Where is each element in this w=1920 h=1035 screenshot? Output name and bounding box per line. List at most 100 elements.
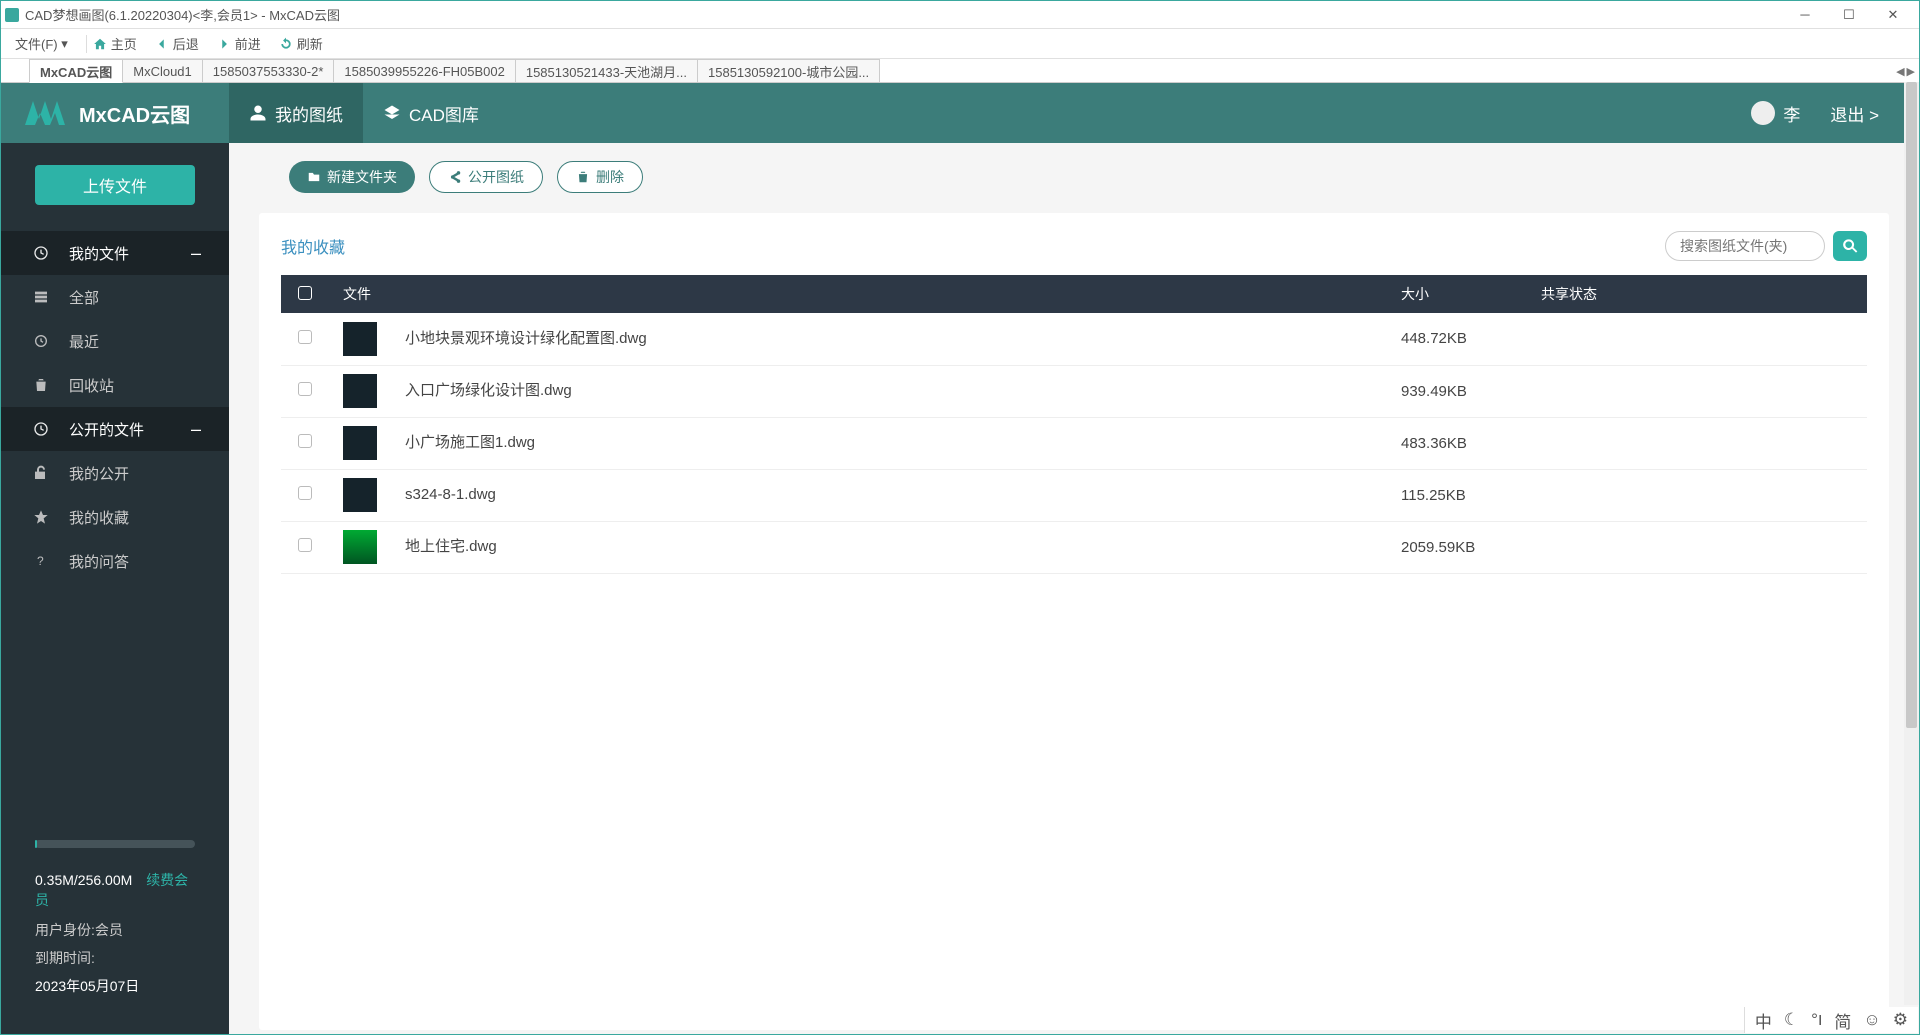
- user-role-label: 用户身份:会员: [35, 920, 195, 940]
- upload-button[interactable]: 上传文件: [35, 165, 195, 205]
- search-icon: [1842, 238, 1858, 254]
- nav-my-drawings[interactable]: 我的图纸: [229, 83, 363, 143]
- tab-scroll-left-icon: ◀: [1896, 65, 1904, 78]
- gear-icon[interactable]: ⚙: [1893, 1010, 1908, 1030]
- layers-icon: [383, 104, 401, 122]
- expire-label: 到期时间:: [35, 948, 195, 968]
- file-size: 2059.59KB: [1387, 521, 1527, 573]
- row-checkbox[interactable]: [298, 330, 312, 344]
- username: 李: [1783, 101, 1800, 126]
- sidebar-recycle[interactable]: 回收站: [1, 363, 229, 407]
- document-tab[interactable]: 1585039955226-FH05B002: [333, 59, 515, 83]
- file-menu[interactable]: 文件(F) ▾: [15, 34, 68, 53]
- recent-icon: [33, 333, 49, 349]
- moon-icon[interactable]: ☾: [1784, 1010, 1799, 1030]
- svg-text:?: ?: [37, 554, 44, 568]
- brand-logo-icon: [25, 101, 65, 125]
- maximize-button[interactable]: ☐: [1827, 1, 1871, 29]
- document-tab[interactable]: 1585037553330-2*: [202, 59, 335, 83]
- smile-icon[interactable]: ☺: [1863, 1010, 1880, 1030]
- stack-icon: [33, 289, 49, 305]
- ime-punct-icon[interactable]: °ו: [1811, 1010, 1822, 1030]
- unlock-icon: [33, 465, 49, 481]
- delete-button[interactable]: 删除: [557, 161, 643, 193]
- ime-lang[interactable]: 中: [1755, 1008, 1772, 1033]
- minimize-button[interactable]: ─: [1783, 1, 1827, 29]
- forward-icon: [217, 37, 231, 51]
- sidebar-my-qa[interactable]: ? 我的问答: [1, 539, 229, 583]
- back-icon: [155, 37, 169, 51]
- document-tab[interactable]: 1585130521433-天池湖月...: [515, 59, 698, 83]
- row-checkbox[interactable]: [298, 486, 312, 500]
- breadcrumb[interactable]: 我的收藏: [281, 234, 345, 258]
- file-thumbnail: [343, 530, 377, 564]
- avatar[interactable]: [1751, 101, 1775, 125]
- sidebar-my-public[interactable]: 我的公开: [1, 451, 229, 495]
- storage-bar: [35, 840, 195, 848]
- file-thumbnail: [343, 426, 377, 460]
- sidebar-all[interactable]: 全部: [1, 275, 229, 319]
- col-share[interactable]: 共享状态: [1527, 275, 1867, 313]
- titlebar: CAD梦想画图(6.1.20220304)<李,会员1> - MxCAD云图 ─…: [1, 1, 1919, 29]
- new-folder-button[interactable]: 新建文件夹: [289, 161, 415, 193]
- row-checkbox[interactable]: [298, 434, 312, 448]
- collapse-icon-2: –: [191, 419, 201, 440]
- storage-panel: 0.35M/256.00M 续费会员 用户身份:会员 到期时间: 2023年05…: [1, 840, 229, 1034]
- file-name: 小地块景观环境设计绿化配置图.dwg: [405, 330, 647, 347]
- ime-simp[interactable]: 简: [1834, 1008, 1851, 1033]
- forward-button[interactable]: 前进: [217, 34, 261, 53]
- col-file[interactable]: 文件: [329, 275, 1387, 313]
- vertical-scrollbar[interactable]: [1904, 82, 1919, 1005]
- file-share-status: [1527, 417, 1867, 469]
- table-row[interactable]: 小广场施工图1.dwg483.36KB: [281, 417, 1867, 469]
- close-button[interactable]: ✕: [1871, 1, 1915, 29]
- ime-bar: 中 ☾ °ו 简 ☺ ⚙: [1744, 1007, 1918, 1033]
- tabstrip: MxCAD云图MxCloud11585037553330-2*158503995…: [1, 59, 1919, 83]
- document-tab[interactable]: MxCAD云图: [29, 59, 123, 83]
- sidebar-my-fav[interactable]: 我的收藏: [1, 495, 229, 539]
- search-input[interactable]: [1665, 231, 1825, 261]
- back-button[interactable]: 后退: [155, 34, 199, 53]
- select-all-checkbox[interactable]: [298, 286, 312, 300]
- search-button[interactable]: [1833, 231, 1867, 261]
- refresh-button[interactable]: 刷新: [279, 34, 323, 53]
- file-size: 115.25KB: [1387, 469, 1527, 521]
- sidebar-recent[interactable]: 最近: [1, 319, 229, 363]
- person-icon: [249, 104, 267, 122]
- brand-text: MxCAD云图: [79, 99, 190, 128]
- storage-used-label: 0.35M/256.00M: [35, 872, 132, 888]
- trash2-icon: [576, 170, 590, 184]
- table-row[interactable]: 小地块景观环境设计绿化配置图.dwg 448.72KB: [281, 313, 1867, 365]
- table-row[interactable]: 入口广场绿化设计图.dwg939.49KB: [281, 365, 1867, 417]
- file-size: 448.72KB: [1387, 313, 1527, 365]
- tab-scroll-arrows[interactable]: ◀▶: [1896, 59, 1915, 83]
- row-checkbox[interactable]: [298, 538, 312, 552]
- file-share-status: [1527, 365, 1867, 417]
- col-size[interactable]: 大小: [1387, 275, 1527, 313]
- sidebar-my-files[interactable]: 我的文件–: [1, 231, 229, 275]
- expire-date: 2023年05月07日: [35, 976, 195, 996]
- trash-icon: [33, 377, 49, 393]
- nav-cad-gallery[interactable]: CAD图库: [363, 83, 499, 143]
- document-tab[interactable]: 1585130592100-城市公园...: [697, 59, 880, 83]
- file-name: 入口广场绿化设计图.dwg: [405, 382, 572, 399]
- question-icon: ?: [33, 553, 49, 569]
- clock2-icon: [33, 421, 49, 437]
- file-table: 文件 大小 共享状态 小地块景观环境设计绿化配置图.dwg448.72KB入口广…: [281, 275, 1867, 574]
- document-tab[interactable]: MxCloud1: [122, 59, 203, 83]
- separator: [86, 35, 87, 53]
- home-button[interactable]: 主页: [93, 34, 137, 53]
- file-thumbnail: [343, 374, 377, 408]
- brand: MxCAD云图: [1, 99, 229, 128]
- logout-button[interactable]: 退出 >: [1830, 101, 1879, 126]
- sidebar-public-files[interactable]: 公开的文件–: [1, 407, 229, 451]
- file-thumbnail: [343, 322, 377, 356]
- row-checkbox[interactable]: [298, 382, 312, 396]
- table-row[interactable]: s324-8-1.dwg115.25KB: [281, 469, 1867, 521]
- share-icon: [448, 170, 462, 184]
- content-area: 新建文件夹 公开图纸 删除 我的收藏: [229, 143, 1919, 1034]
- table-row[interactable]: 地上住宅.dwg2059.59KB: [281, 521, 1867, 573]
- app-logo-icon: [5, 8, 19, 22]
- window-title: CAD梦想画图(6.1.20220304)<李,会员1> - MxCAD云图: [25, 5, 1783, 24]
- public-drawing-button[interactable]: 公开图纸: [429, 161, 543, 193]
